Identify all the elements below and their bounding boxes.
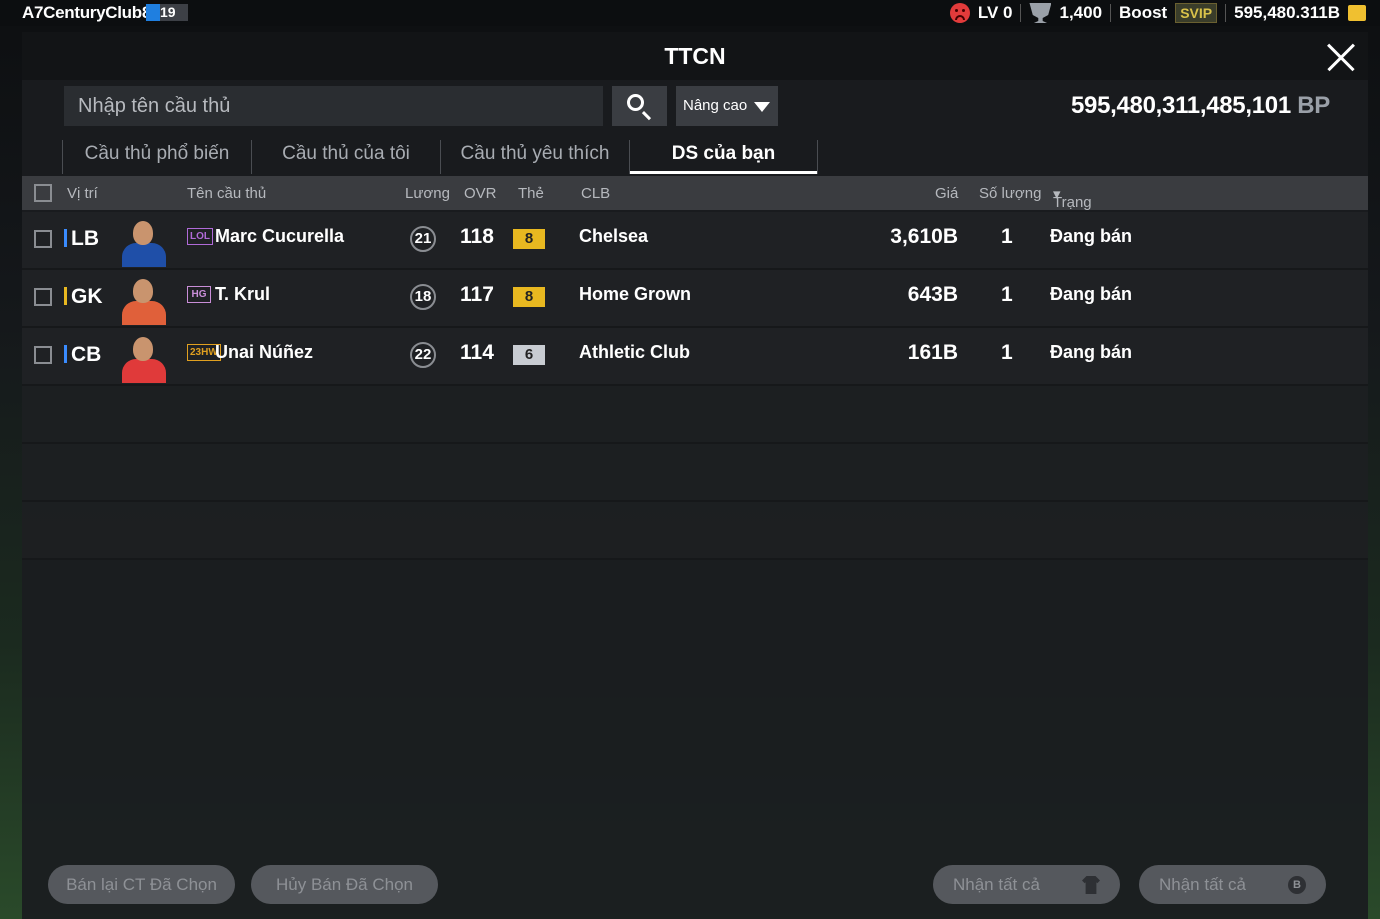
salary-badge: 18 — [410, 284, 436, 310]
player-quantity: 1 — [1001, 225, 1013, 248]
page-title: TTCN — [664, 43, 726, 69]
close-icon[interactable] — [1326, 42, 1356, 72]
search-button[interactable] — [612, 86, 667, 126]
player-photo — [118, 273, 170, 325]
player-club: Chelsea — [579, 226, 649, 246]
player-ovr: 117 — [460, 283, 494, 306]
col-position: Vị trí — [67, 185, 98, 202]
player-name[interactable]: T. Krul — [215, 284, 270, 305]
player-photo — [118, 215, 170, 267]
sad-face-icon — [949, 3, 970, 23]
tab-my-players[interactable]: Cầu thủ của tôi — [251, 140, 440, 174]
empty-row — [22, 444, 1368, 502]
player-position: CB — [64, 343, 101, 367]
user-level-badge: 19 — [146, 4, 188, 21]
col-card: Thẻ — [518, 185, 544, 202]
receive-all-label: Nhận tất cả — [1159, 875, 1246, 894]
season-badge: LOL — [187, 228, 213, 245]
player-price: 3,610B — [890, 225, 958, 248]
divider — [1225, 4, 1227, 22]
col-status[interactable]: Trạng thái ▾ — [1053, 185, 1092, 228]
player-ovr: 118 — [460, 225, 494, 248]
col-ovr: OVR — [464, 185, 497, 202]
currency-bar: LV 0 1,400 Boost SVIP 595,480.311B — [949, 0, 1366, 26]
advanced-dropdown[interactable]: Nâng cao — [676, 86, 778, 126]
bp-unit: BP — [1297, 92, 1330, 119]
player-price: 643B — [907, 283, 958, 306]
user-name: A7CenturyClub8 — [22, 3, 151, 22]
receive-all-label: Nhận tất cả — [953, 875, 1040, 894]
col-price: Giá — [935, 185, 959, 202]
chevron-down-icon — [754, 102, 770, 112]
trophy-icon — [1029, 3, 1052, 23]
tab-popular-players[interactable]: Cầu thủ phổ biến — [62, 140, 251, 174]
col-quantity: Số lượng — [979, 185, 1042, 202]
player-price: 161B — [907, 341, 958, 364]
panel-header: TTCN — [22, 32, 1368, 80]
shirt-icon — [1082, 876, 1100, 894]
player-status: Đang bán — [1050, 342, 1133, 362]
table-row[interactable]: LB LOL Marc Cucurella 21 118 8 Chelsea 3,610B 1 Đ… — [22, 212, 1368, 270]
player-quantity: 1 — [1001, 283, 1013, 306]
player-status: Đang bán — [1050, 284, 1133, 304]
divider — [1020, 4, 1022, 22]
bp-balance: 595,480,311,485,101 BP — [1071, 92, 1330, 120]
card-grade: 6 — [513, 345, 545, 365]
table-row[interactable]: GK HG T. Krul 18 117 8 Home Grown 643B 1 Đang bán — [22, 270, 1368, 328]
boost-label[interactable]: Boost — [1119, 3, 1167, 23]
receive-all-items-button[interactable]: Nhận tất cả — [933, 865, 1120, 904]
row-checkbox[interactable] — [34, 288, 52, 306]
tab-your-list[interactable]: DS của bạn — [629, 140, 818, 174]
row-checkbox[interactable] — [34, 230, 52, 248]
lv-text: LV 0 — [977, 3, 1013, 22]
player-photo — [118, 331, 170, 383]
player-club: Home Grown — [579, 284, 692, 304]
player-ovr: 114 — [460, 341, 494, 364]
receive-all-coins-button[interactable]: Nhận tất cả B — [1139, 865, 1326, 904]
select-all-checkbox[interactable] — [34, 184, 52, 202]
resell-selected-button[interactable]: Bán lại CT Đã Chọn — [48, 865, 235, 904]
svip-badge[interactable]: SVIP — [1175, 3, 1218, 23]
col-club: CLB — [581, 185, 611, 202]
salary-badge: 22 — [410, 342, 436, 368]
player-status: Đang bán — [1050, 226, 1133, 246]
empty-row — [22, 386, 1368, 444]
card-grade: 8 — [513, 287, 545, 307]
card-grade: 8 — [513, 229, 545, 249]
advanced-label: Nâng cao — [683, 97, 748, 114]
coin-icon — [1348, 5, 1366, 21]
player-position: GK — [64, 285, 103, 309]
transfer-market-panel: TTCN Nhập tên cầu thủ Nâng cao 595,480,3… — [22, 32, 1368, 919]
col-salary: Lương — [405, 185, 450, 202]
cup-count: 1,400 — [1059, 3, 1103, 22]
salary-badge: 21 — [410, 226, 436, 252]
player-name[interactable]: Unai Núñez — [215, 342, 313, 363]
table-row[interactable]: CB 23HW Unai Núñez 22 114 6 Athletic Club 161B 1… — [22, 328, 1368, 386]
col-name: Tên cầu thủ — [187, 185, 267, 202]
search-input[interactable]: Nhập tên cầu thủ — [64, 86, 603, 126]
table-header: Vị trí Tên cầu thủ Lương OVR Thẻ CLB Giá… — [22, 176, 1368, 228]
tab-bar: Cầu thủ phổ biến Cầu thủ của tôi Cầu thủ… — [62, 140, 818, 174]
bp-amount: 595,480,311,485,101 — [1071, 92, 1291, 119]
player-name[interactable]: Marc Cucurella — [215, 226, 344, 247]
tab-favorite-players[interactable]: Cầu thủ yêu thích — [440, 140, 629, 174]
search-icon — [627, 94, 644, 111]
coin-icon: B — [1288, 876, 1306, 894]
season-badge: HG — [187, 286, 211, 303]
cancel-selected-button[interactable]: Hủy Bán Đã Chọn — [251, 865, 438, 904]
player-quantity: 1 — [1001, 341, 1013, 364]
row-checkbox[interactable] — [34, 346, 52, 364]
divider — [1110, 4, 1112, 22]
player-position: LB — [64, 227, 99, 251]
empty-row — [22, 502, 1368, 560]
top-status-bar: A7CenturyClub8 19 LV 0 1,400 Boost SVIP … — [0, 0, 1380, 26]
player-club: Athletic Club — [579, 342, 690, 362]
coin-amount: 595,480.311B — [1234, 3, 1340, 22]
